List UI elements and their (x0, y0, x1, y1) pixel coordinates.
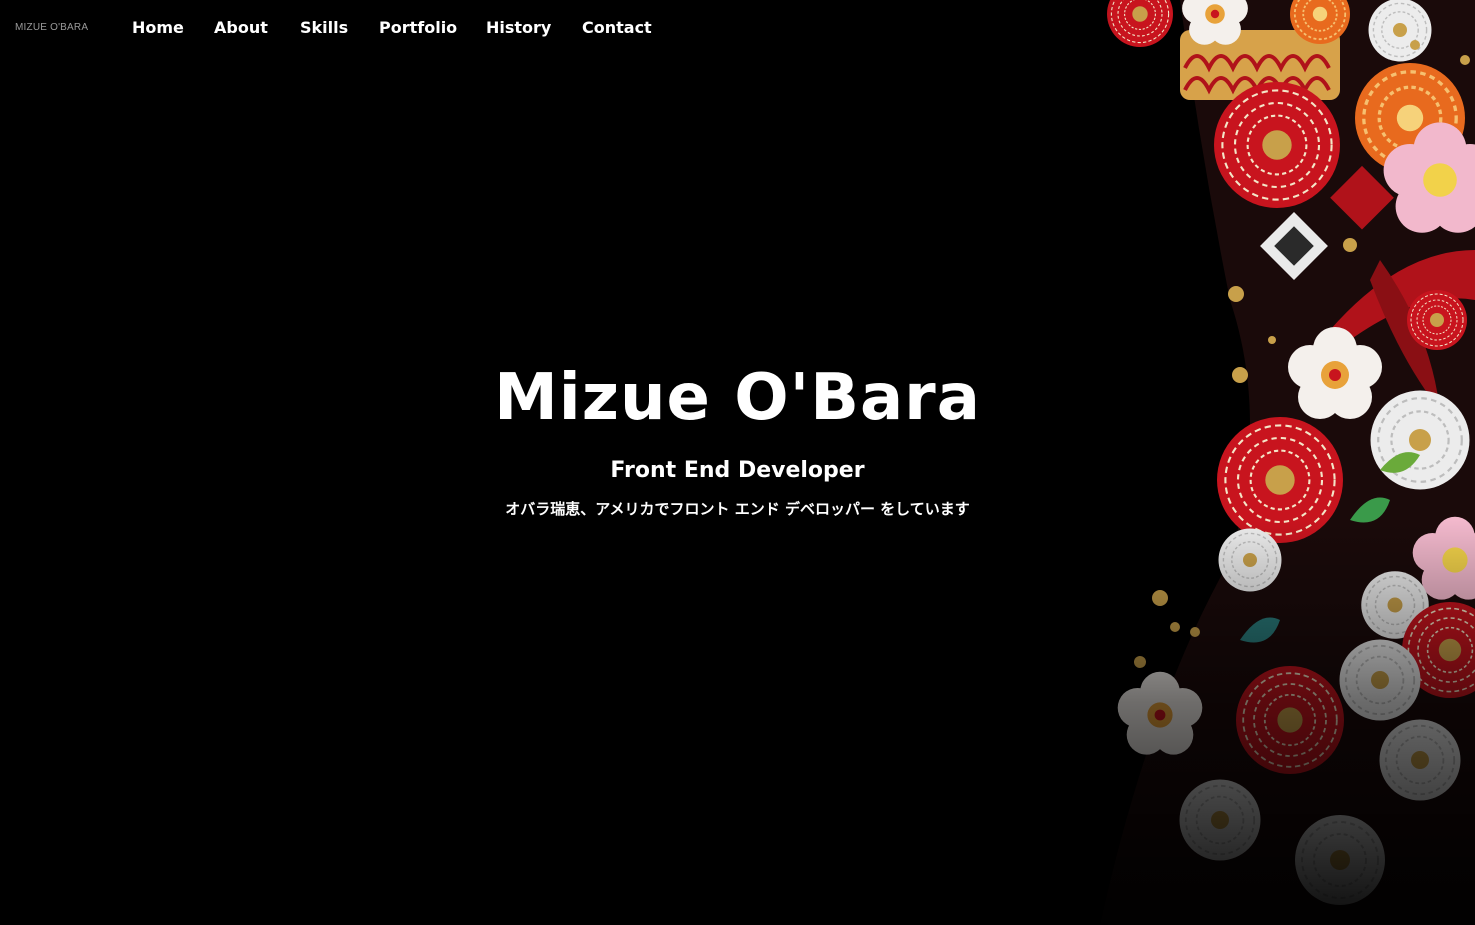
japanese-floral-pattern-icon (1100, 0, 1475, 925)
brand-logo-link[interactable]: MIZUE O'BARA (15, 22, 88, 33)
nav-link-contact[interactable]: Contact (582, 18, 652, 37)
nav-link-portfolio[interactable]: Portfolio (379, 18, 457, 37)
nav-link-history[interactable]: History (486, 18, 551, 37)
nav-link-skills[interactable]: Skills (300, 18, 348, 37)
nav-link-about[interactable]: About (214, 18, 268, 37)
top-navigation: MIZUE O'BARA Home About Skills Portfolio… (0, 0, 720, 58)
nav-link-home[interactable]: Home (132, 18, 184, 37)
